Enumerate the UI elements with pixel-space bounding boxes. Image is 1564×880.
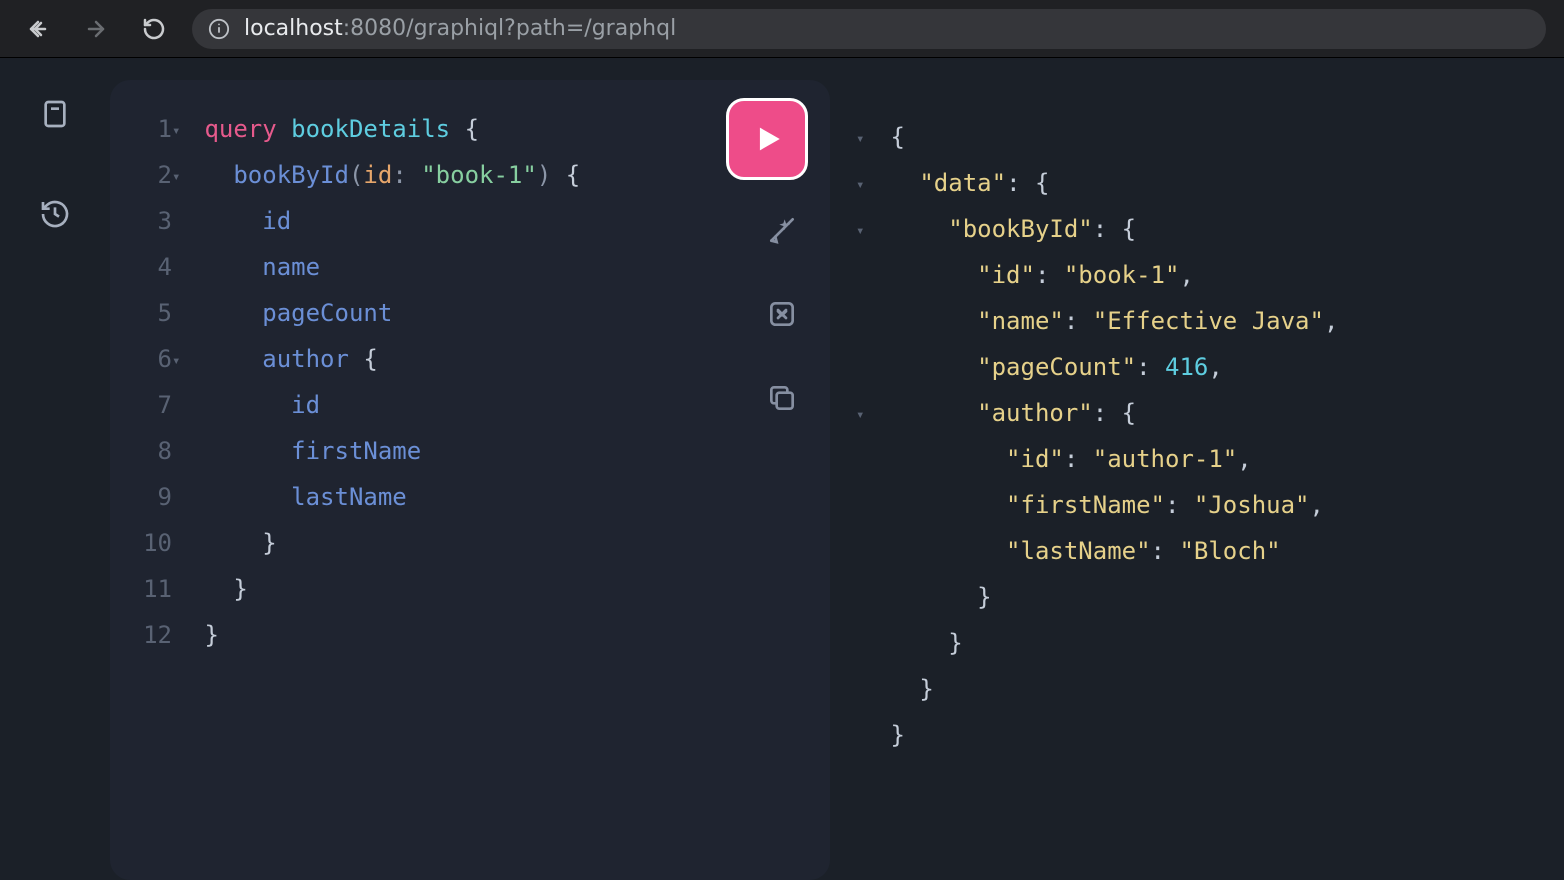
result-line: "pageCount": 416,	[856, 346, 1544, 392]
code-line[interactable]: 10▾ }	[130, 522, 810, 568]
result-line: "id": "book-1",	[856, 254, 1544, 300]
line-number: 10	[130, 522, 172, 564]
result-line: ▾ "author": {	[856, 392, 1544, 438]
line-number: 9	[130, 476, 172, 518]
query-code[interactable]: 1▾ query bookDetails {2▾ bookById(id: "b…	[130, 108, 810, 660]
code-line[interactable]: 7▾ id	[130, 384, 810, 430]
reload-button[interactable]	[134, 9, 174, 49]
line-number: 1	[130, 108, 172, 150]
address-bar[interactable]: localhost:8080/graphiql?path=/graphql	[192, 9, 1546, 49]
result-line: "id": "author-1",	[856, 438, 1544, 484]
line-number: 2	[130, 154, 172, 196]
code-line[interactable]: 9▾ lastName	[130, 476, 810, 522]
line-number: 5	[130, 292, 172, 334]
code-line[interactable]: 2▾ bookById(id: "book-1") {	[130, 154, 810, 200]
prettify-button[interactable]	[762, 210, 802, 250]
fold-toggle[interactable]: ▾	[856, 394, 876, 436]
fold-toggle[interactable]: ▾	[172, 110, 190, 152]
code-line[interactable]: 11▾ }	[130, 568, 810, 614]
forward-button[interactable]	[76, 9, 116, 49]
result-line: ▾ "bookById": {	[856, 208, 1544, 254]
line-number: 12	[130, 614, 172, 656]
line-number: 4	[130, 246, 172, 288]
code-line[interactable]: 12▾ }	[130, 614, 810, 660]
line-number: 11	[130, 568, 172, 610]
result-line: "lastName": "Bloch"	[856, 530, 1544, 576]
result-line: ▾ {	[856, 116, 1544, 162]
code-line[interactable]: 6▾ author {	[130, 338, 810, 384]
fold-toggle[interactable]: ▾	[856, 210, 876, 252]
code-line[interactable]: 1▾ query bookDetails {	[130, 108, 810, 154]
code-line[interactable]: 8▾ firstName	[130, 430, 810, 476]
history-button[interactable]	[33, 192, 77, 236]
result-line: ▾ "data": {	[856, 162, 1544, 208]
fold-toggle[interactable]: ▾	[172, 340, 190, 382]
url-text: localhost:8080/graphiql?path=/graphql	[244, 16, 676, 41]
query-editor[interactable]: 1▾ query bookDetails {2▾ bookById(id: "b…	[110, 80, 830, 880]
result-line: "firstName": "Joshua",	[856, 484, 1544, 530]
result-line: }	[856, 668, 1544, 714]
browser-toolbar: localhost:8080/graphiql?path=/graphql	[0, 0, 1564, 58]
result-line: }	[856, 576, 1544, 622]
site-info-icon[interactable]	[208, 18, 230, 40]
fold-toggle[interactable]: ▾	[856, 118, 876, 160]
result-pane[interactable]: ▾ {▾ "data": {▾ "bookById": { "id": "boo…	[848, 80, 1556, 880]
result-line: "name": "Effective Java",	[856, 300, 1544, 346]
docs-button[interactable]	[33, 92, 77, 136]
sidebar	[0, 58, 110, 880]
result-line: }	[856, 622, 1544, 668]
code-line[interactable]: 4▾ name	[130, 246, 810, 292]
main-area: 1▾ query bookDetails {2▾ bookById(id: "b…	[110, 58, 1564, 880]
merge-button[interactable]	[762, 294, 802, 334]
code-line[interactable]: 3▾ id	[130, 200, 810, 246]
editor-tools	[762, 210, 802, 418]
fold-toggle[interactable]: ▾	[172, 156, 190, 198]
line-number: 8	[130, 430, 172, 472]
graphiql-app: 1▾ query bookDetails {2▾ bookById(id: "b…	[0, 58, 1564, 880]
copy-button[interactable]	[762, 378, 802, 418]
run-button[interactable]	[726, 98, 808, 180]
line-number: 6	[130, 338, 172, 380]
fold-toggle[interactable]: ▾	[856, 164, 876, 206]
code-line[interactable]: 5▾ pageCount	[130, 292, 810, 338]
line-number: 3	[130, 200, 172, 242]
line-number: 7	[130, 384, 172, 426]
result-line: }	[856, 714, 1544, 760]
back-button[interactable]	[18, 9, 58, 49]
